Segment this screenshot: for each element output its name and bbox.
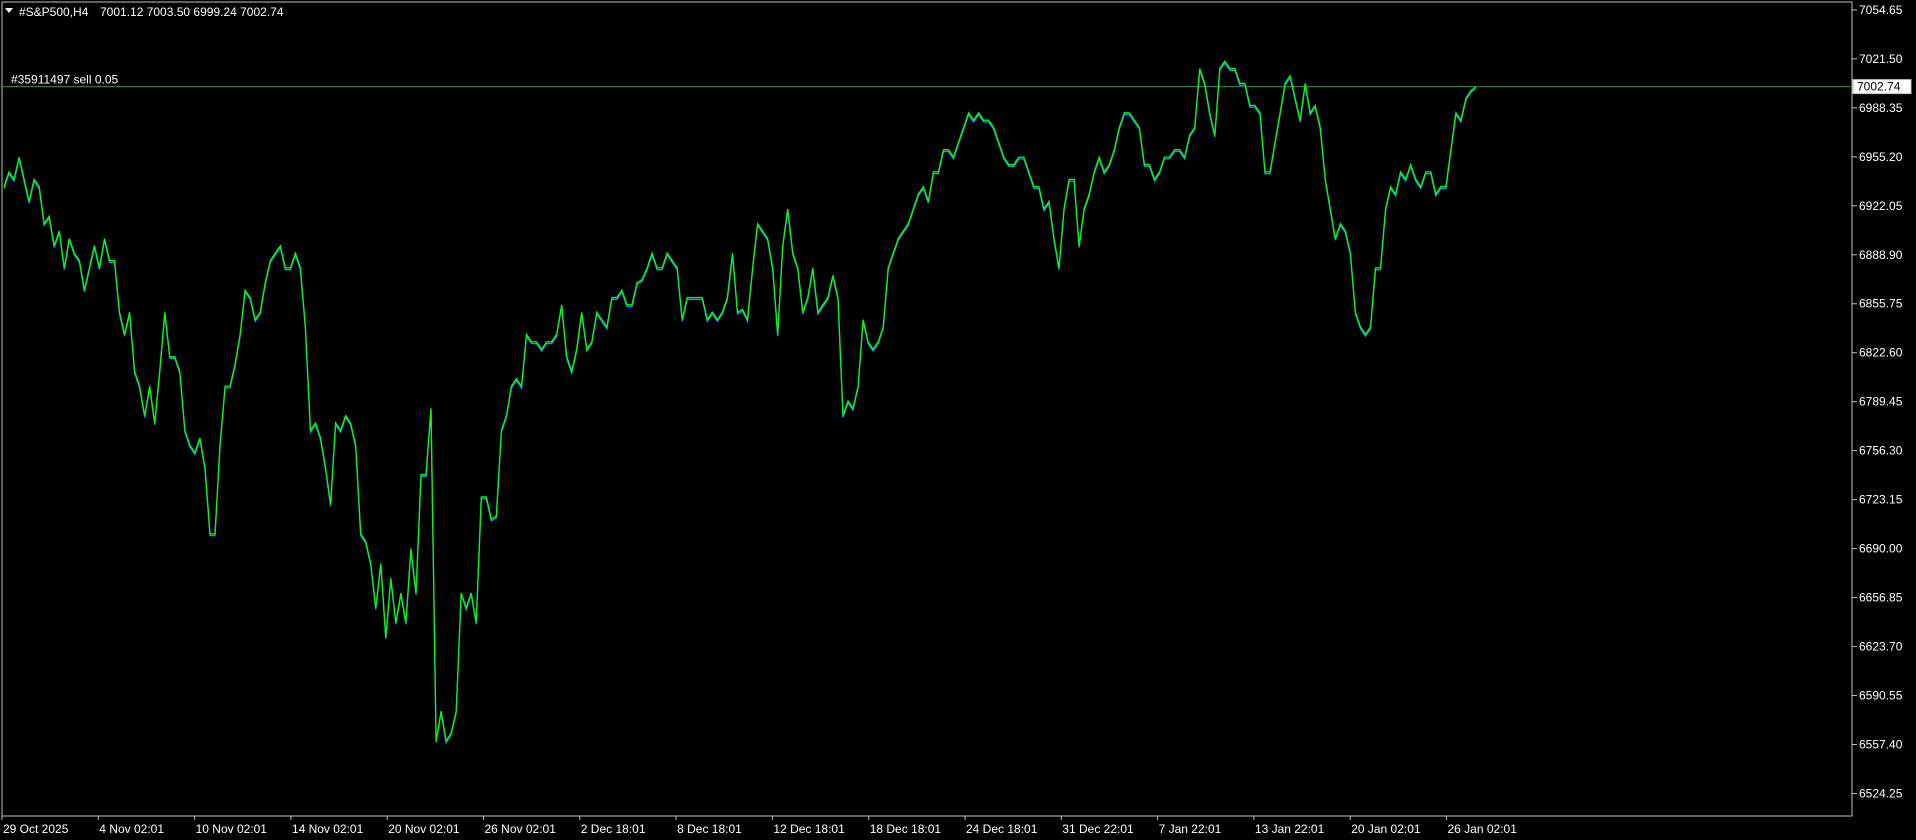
ohlc-values: 7001.12 7003.50 6999.24 7002.74 <box>100 5 284 19</box>
time-tick-label: 4 Nov 02:01 <box>99 822 164 836</box>
time-tick-label: 12 Dec 18:01 <box>773 822 845 836</box>
time-tick-label: 26 Jan 02:01 <box>1448 822 1518 836</box>
time-tick-label: 29 Oct 2025 <box>3 822 69 836</box>
time-tick-label: 20 Nov 02:01 <box>388 822 460 836</box>
order-line-label: #35911497 sell 0.05 <box>11 73 119 87</box>
price-tick-label: 6888.90 <box>1859 248 1903 262</box>
price-tick-label: 6756.30 <box>1859 444 1903 458</box>
time-tick-label: 10 Nov 02:01 <box>196 822 268 836</box>
time-tick-label: 24 Dec 18:01 <box>966 822 1038 836</box>
time-tick-label: 18 Dec 18:01 <box>870 822 942 836</box>
price-tick-label: 6988.35 <box>1859 101 1903 115</box>
price-tick-label: 6590.55 <box>1859 689 1903 703</box>
price-tick-label: 6723.15 <box>1859 493 1903 507</box>
chart-header[interactable]: #S&P500,H4 7001.12 7003.50 6999.24 7002.… <box>5 5 284 19</box>
price-tick-label: 6855.75 <box>1859 297 1903 311</box>
time-tick-label: 2 Dec 18:01 <box>581 822 646 836</box>
time-tick-label: 7 Jan 22:01 <box>1159 822 1222 836</box>
price-tick-label: 6656.85 <box>1859 591 1903 605</box>
time-tick-label: 31 Dec 22:01 <box>1062 822 1134 836</box>
price-chart[interactable]: 7054.65 7021.50 6988.35 6955.20 6922.05 6888.… <box>0 0 1916 840</box>
price-tick-label: 6690.00 <box>1859 542 1903 556</box>
price-tick-label: 6922.05 <box>1859 199 1903 213</box>
price-tick-label: 6623.70 <box>1859 640 1903 654</box>
price-tick-label: 6557.40 <box>1859 737 1903 751</box>
symbol-label: #S&P500,H4 <box>19 5 89 19</box>
time-tick-label: 13 Jan 22:01 <box>1255 822 1325 836</box>
price-tick-label: 7021.50 <box>1859 52 1903 66</box>
time-tick-label: 8 Dec 18:01 <box>677 822 742 836</box>
time-tick-label: 20 Jan 02:01 <box>1351 822 1421 836</box>
time-tick-label: 26 Nov 02:01 <box>485 822 557 836</box>
price-tick-label: 6789.45 <box>1859 395 1903 409</box>
chart-background <box>0 0 1916 840</box>
current-price-tag: 7002.74 <box>1852 79 1912 95</box>
time-tick-label: 14 Nov 02:01 <box>292 822 364 836</box>
price-tick-label: 6955.20 <box>1859 150 1903 164</box>
price-tick-label: 6822.60 <box>1859 346 1903 360</box>
price-tick-label: 7054.65 <box>1859 3 1903 17</box>
price-tick-label: 6524.25 <box>1859 786 1903 800</box>
current-price-label: 7002.74 <box>1857 80 1901 94</box>
